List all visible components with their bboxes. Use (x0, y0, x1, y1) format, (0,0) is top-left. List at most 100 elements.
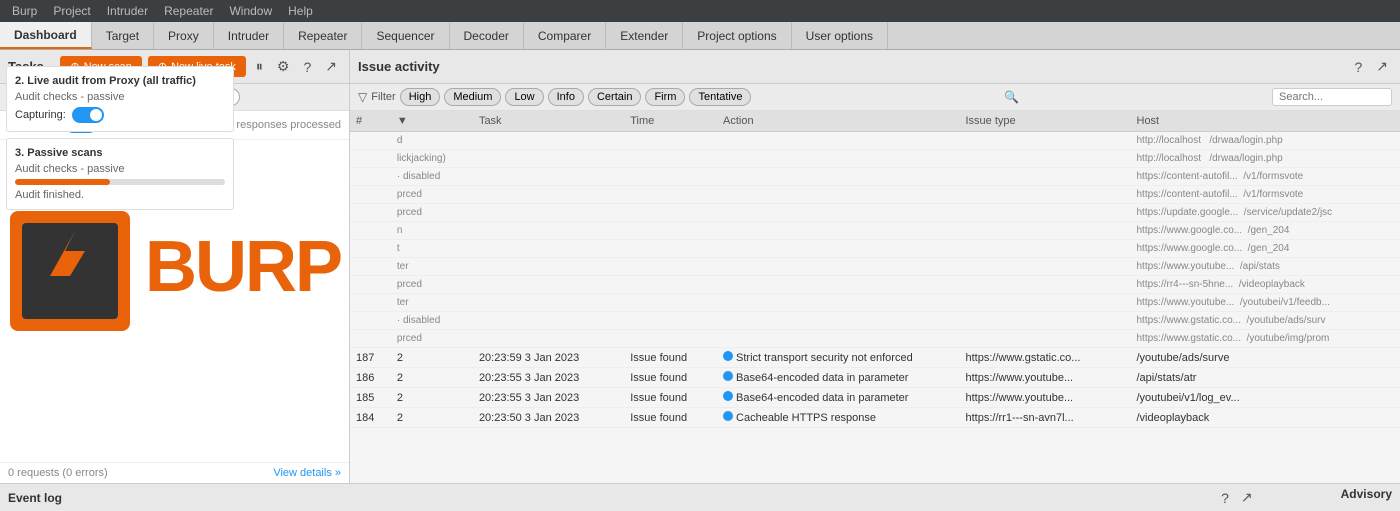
severity-icon (723, 371, 733, 381)
issue-table-container[interactable]: # ▼ Task Time Action Issue type Host dht… (350, 111, 1400, 483)
view-details-link[interactable]: View details » (273, 467, 341, 479)
col-host: Host (1131, 111, 1400, 132)
overflow-row: · disabledhttps://content-autofil... /v1… (350, 168, 1400, 186)
issue-filter-label: Filter (371, 91, 395, 103)
row-task: 2 (391, 408, 473, 428)
menu-burp[interactable]: Burp (4, 2, 45, 20)
row-severity: Base64-encoded data in parameter (717, 388, 959, 408)
overflow-row: prcedhttps://update.google... /service/u… (350, 204, 1400, 222)
row-action: Issue found (624, 368, 717, 388)
col-task: Task (473, 111, 624, 132)
advisory-label: Advisory (1341, 487, 1392, 508)
tab-user-options[interactable]: User options (792, 22, 888, 49)
row-host: https://www.youtube... (960, 368, 1131, 388)
row-path: /videoplayback (1131, 408, 1400, 428)
issue-title: Issue activity (358, 59, 1344, 74)
row-severity: Strict transport security not enforced (717, 348, 959, 368)
tab-dashboard[interactable]: Dashboard (0, 22, 92, 49)
row-host: https://www.youtube... (960, 388, 1131, 408)
tasks-pause-button[interactable]: ⏸ (252, 56, 267, 77)
overflow-row: dhttp://localhost /drwaa/login.php (350, 132, 1400, 150)
filter-medium[interactable]: Medium (444, 88, 501, 106)
issue-filter-bar: ▽ Filter High Medium Low Info Certain Fi… (350, 84, 1400, 111)
tasks-help-button[interactable]: ? (299, 57, 315, 77)
row-host: https://www.gstatic.co... (960, 348, 1131, 368)
tab-intruder[interactable]: Intruder (214, 22, 284, 49)
row-task: 2 (391, 348, 473, 368)
tab-target[interactable]: Target (92, 22, 154, 49)
search-icon: 🔍 (1004, 90, 1019, 104)
requests-info: 0 requests (0 errors) (8, 467, 108, 479)
row-task: 2 (391, 388, 473, 408)
col-time: Time (624, 111, 717, 132)
col-action: Action (717, 111, 959, 132)
filter-tentative[interactable]: Tentative (689, 88, 751, 106)
tab-repeater[interactable]: Repeater (284, 22, 362, 49)
event-log-expand-button[interactable]: ↗ (1237, 487, 1257, 508)
task-2-toggle[interactable] (72, 111, 104, 123)
main-area: Tasks ⊕ New scan ⊕ New live task ⏸ ⚙ ? ↗… (0, 50, 1400, 483)
col-sort[interactable]: ▼ (391, 111, 473, 132)
row-time: 20:23:55 3 Jan 2023 (473, 388, 624, 408)
row-time: 20:23:50 3 Jan 2023 (473, 408, 624, 428)
col-issue-type: Issue type (960, 111, 1131, 132)
task-item-3: 3. Passive scans Audit checks - passive … (6, 138, 234, 210)
overflow-row: · disabledhttps://www.gstatic.co... /you… (350, 312, 1400, 330)
overflow-row: terhttps://www.youtube... /youtubei/v1/f… (350, 294, 1400, 312)
row-num: 187 (350, 348, 391, 368)
row-num: 185 (350, 388, 391, 408)
row-time: 20:23:59 3 Jan 2023 (473, 348, 624, 368)
menu-help[interactable]: Help (280, 2, 321, 20)
menu-intruder[interactable]: Intruder (99, 2, 156, 20)
issue-help-button[interactable]: ? (1350, 57, 1366, 77)
tab-comparer[interactable]: Comparer (524, 22, 606, 49)
row-action: Issue found (624, 388, 717, 408)
row-host: https://rr1---sn-avn7l... (960, 408, 1131, 428)
row-task: 2 (391, 368, 473, 388)
tab-decoder[interactable]: Decoder (450, 22, 524, 49)
filter-firm[interactable]: Firm (645, 88, 685, 106)
filter-info[interactable]: Info (548, 88, 584, 106)
bottom-bar: Event log ? ↗ Advisory (0, 483, 1400, 511)
table-row: 186 2 20:23:55 3 Jan 2023 Issue found Ba… (350, 368, 1400, 388)
tab-proxy[interactable]: Proxy (154, 22, 214, 49)
issue-expand-button[interactable]: ↗ (1372, 56, 1392, 77)
menu-project[interactable]: Project (45, 2, 98, 20)
severity-icon (723, 391, 733, 401)
overflow-row: thttps://www.google.co... /gen_204 (350, 240, 1400, 258)
row-time: 20:23:55 3 Jan 2023 (473, 368, 624, 388)
row-action: Issue found (624, 408, 717, 428)
filter-certain[interactable]: Certain (588, 88, 641, 106)
overflow-row: nhttps://www.google.co... /gen_204 (350, 222, 1400, 240)
overflow-row: terhttps://www.youtube... /api/stats (350, 258, 1400, 276)
row-path: /youtube/ads/surve (1131, 348, 1400, 368)
table-row: 184 2 20:23:50 3 Jan 2023 Issue found Ca… (350, 408, 1400, 428)
row-severity: Base64-encoded data in parameter (717, 368, 959, 388)
tab-project-options[interactable]: Project options (683, 22, 791, 49)
tab-sequencer[interactable]: Sequencer (362, 22, 449, 49)
row-path: /api/stats/atr (1131, 368, 1400, 388)
task-items-overlay: 2. Live audit from Proxy (all traffic) A… (0, 111, 240, 220)
task-2-toggle-row: Capturing: (15, 111, 104, 123)
tasks-expand-button[interactable]: ↗ (321, 56, 341, 77)
tasks-settings-button[interactable]: ⚙ (273, 56, 294, 77)
task-2-capturing: Capturing: (15, 111, 66, 121)
overflow-row: lickjacking)http://localhost /drwaa/logi… (350, 150, 1400, 168)
menu-window[interactable]: Window (221, 2, 280, 20)
issue-search-input[interactable] (1272, 88, 1392, 106)
filter-high[interactable]: High (400, 88, 441, 106)
filter-low[interactable]: Low (505, 88, 543, 106)
menu-repeater[interactable]: Repeater (156, 2, 221, 20)
row-num: 184 (350, 408, 391, 428)
event-log-help-button[interactable]: ? (1217, 487, 1233, 508)
row-path: /youtubei/v1/log_ev... (1131, 388, 1400, 408)
table-row: 187 2 20:23:59 3 Jan 2023 Issue found St… (350, 348, 1400, 368)
row-action: Issue found (624, 348, 717, 368)
task-3-progress-container (15, 179, 225, 185)
overflow-row: prcedhttps://www.gstatic.co... /youtube/… (350, 330, 1400, 348)
task-3-title: 3. Passive scans (15, 147, 225, 159)
overflow-row: prcedhttps://content-autofil... /v1/form… (350, 186, 1400, 204)
tab-extender[interactable]: Extender (606, 22, 683, 49)
issue-table: # ▼ Task Time Action Issue type Host dht… (350, 111, 1400, 428)
row-num: 186 (350, 368, 391, 388)
